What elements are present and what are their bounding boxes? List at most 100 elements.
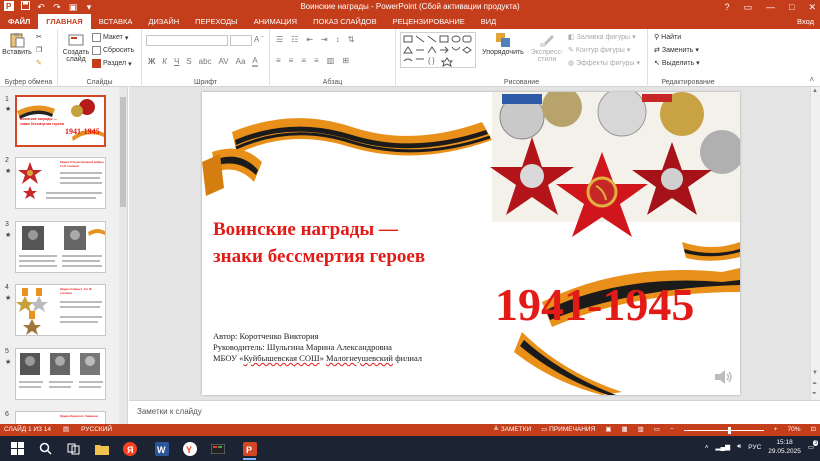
copy-button[interactable]: ❐ <box>36 46 42 54</box>
close-button[interactable]: ✕ <box>808 0 816 14</box>
zoom-level[interactable]: 70% <box>788 424 801 436</box>
replace-button[interactable]: ⇄ Заменить ▾ <box>654 46 699 55</box>
volume-icon[interactable]: 🔊︎ <box>737 443 741 451</box>
bullets-icon[interactable]: ☰ <box>276 35 283 44</box>
help-button[interactable]: ? <box>724 0 729 14</box>
clock[interactable]: 15:18 29.05.2025 <box>768 438 801 456</box>
layout-button[interactable]: Макет ▾ <box>92 33 128 42</box>
chevron-up-icon[interactable]: ˄ <box>705 444 709 451</box>
thumbnail-slide-4[interactable]: Орден Славы I, II и III степени <box>15 284 106 336</box>
notes-pane[interactable]: Заметки к слайду <box>129 400 820 424</box>
arrange-button[interactable]: Упорядочить <box>480 32 526 56</box>
prev-slide-icon[interactable]: ⏶ <box>812 381 817 388</box>
char-spacing-button[interactable]: AV <box>219 57 229 66</box>
notifications-icon[interactable]: ▭ 3 <box>808 440 818 451</box>
line-spacing-icon[interactable]: ↕ <box>336 35 340 44</box>
word-icon[interactable]: W <box>152 439 171 458</box>
reading-view-icon[interactable]: ▥ <box>638 424 644 436</box>
file-explorer-icon[interactable] <box>92 439 111 458</box>
text-direction-icon[interactable]: ⇅ <box>348 35 355 44</box>
ribbon-display-button[interactable]: ▭ <box>744 0 753 14</box>
powerpoint-taskbar-icon[interactable]: P <box>240 439 259 460</box>
section-button[interactable]: Раздел ▾ <box>92 59 132 68</box>
thumbnail-slide-1[interactable]: Воинские награды — знаки бессмертия геро… <box>15 95 106 147</box>
minimize-button[interactable]: — <box>766 0 775 14</box>
tab-slideshow[interactable]: ПОКАЗ СЛАЙДОВ <box>305 14 385 29</box>
tab-review[interactable]: РЕЦЕНЗИРОВАНИЕ <box>385 14 473 29</box>
yandex-icon[interactable]: Я <box>120 439 139 458</box>
font-name-box[interactable] <box>146 35 228 46</box>
numbering-icon[interactable]: ☷ <box>291 35 298 44</box>
cut-button[interactable]: ✂ <box>36 33 42 41</box>
collapse-ribbon-icon[interactable]: ˄ <box>809 75 814 84</box>
shape-outline-button[interactable]: ✎ Контур фигуры ▾ <box>568 46 630 55</box>
proofing-icon[interactable]: ▤ <box>63 424 69 436</box>
shadow-button[interactable]: S <box>186 57 191 66</box>
change-case-button[interactable]: Aa <box>236 57 246 66</box>
increase-indent-icon[interactable]: ⇥ <box>321 35 328 44</box>
current-slide[interactable]: Воинские награды — знаки бессмертия геро… <box>202 92 740 395</box>
tab-transitions[interactable]: ПЕРЕХОДЫ <box>187 14 246 29</box>
strikethrough-button[interactable]: abc <box>199 57 212 66</box>
speaker-icon[interactable] <box>714 369 734 387</box>
align-center-icon[interactable]: ≡ <box>289 56 294 65</box>
scroll-down-icon[interactable]: ▼ <box>812 370 818 376</box>
next-slide-icon[interactable]: ⏷ <box>812 391 817 398</box>
start-button[interactable] <box>8 439 27 458</box>
tab-file[interactable]: ФАЙЛ <box>0 14 39 29</box>
align-left-icon[interactable]: ≡ <box>276 56 281 65</box>
sign-in-link[interactable]: Вход <box>797 14 814 29</box>
slideshow-view-icon[interactable]: ▭ <box>654 424 660 436</box>
scrollbar-thumb[interactable] <box>120 97 126 207</box>
find-button[interactable]: ⚲ Найти <box>654 33 681 42</box>
format-painter-button[interactable]: ✎ <box>36 59 42 67</box>
justify-icon[interactable]: ≡ <box>314 56 319 65</box>
reset-button[interactable]: Сбросить <box>92 46 134 55</box>
comments-toggle[interactable]: ▭ ПРИМЕЧАНИЯ <box>541 424 595 436</box>
zoom-slider[interactable] <box>683 426 764 434</box>
bold-button[interactable]: Ж <box>148 57 155 66</box>
language-indicator[interactable]: РУССКИЙ <box>81 424 112 436</box>
font-color-icon[interactable]: A <box>252 56 258 67</box>
slide-credits[interactable]: Автор: Коротченко Виктория Руководитель:… <box>213 331 422 364</box>
select-button[interactable]: ↖ Выделить ▾ <box>654 59 700 68</box>
align-right-icon[interactable]: ≡ <box>301 56 306 65</box>
notes-toggle[interactable]: ≜ ЗАМЕТКИ <box>493 424 531 436</box>
zoom-out-button[interactable]: − <box>670 424 674 436</box>
thumbnail-slide-2[interactable]: Орден Отечественной войны I и II степени <box>15 157 106 209</box>
scroll-up-icon[interactable]: ▲ <box>812 88 818 94</box>
tab-design[interactable]: ДИЗАЙН <box>140 14 187 29</box>
new-slide-button[interactable]: Создать слайд <box>60 32 92 63</box>
tab-animations[interactable]: АНИМАЦИЯ <box>246 14 305 29</box>
keyboard-language[interactable]: РУС <box>748 444 761 451</box>
slide-title[interactable]: Воинские награды — знаки бессмертия геро… <box>213 216 473 270</box>
font-size-box[interactable] <box>230 35 252 46</box>
font-grow-shrink[interactable]: Aˆ <box>254 35 264 44</box>
fit-slide-icon[interactable]: ⊡ <box>811 424 816 436</box>
task-view-icon[interactable] <box>64 439 83 458</box>
tab-home[interactable]: ГЛАВНАЯ <box>38 14 91 29</box>
maximize-button[interactable]: □ <box>789 0 794 14</box>
app-icon[interactable] <box>208 439 227 458</box>
search-icon[interactable] <box>36 439 55 458</box>
italic-button[interactable]: К <box>162 57 167 66</box>
slide-sorter-icon[interactable]: ▦ <box>621 424 627 436</box>
yandex-browser-icon[interactable]: Y <box>180 439 199 458</box>
columns-icon[interactable]: ▥ <box>327 56 335 65</box>
zoom-in-button[interactable]: + <box>774 424 778 436</box>
paste-button[interactable]: Вставить <box>2 32 32 56</box>
shape-effects-button[interactable]: ◍ Эффекты фигуры ▾ <box>568 59 640 68</box>
quick-styles-button[interactable]: Экспресс-стили <box>528 32 566 63</box>
network-icon[interactable]: ▂▄▆ <box>716 443 731 451</box>
normal-view-icon[interactable]: ▣ <box>605 424 611 436</box>
shape-fill-button[interactable]: ◧ Заливка фигуры ▾ <box>568 33 636 42</box>
thumbnail-slide-5[interactable] <box>15 348 106 400</box>
tab-insert[interactable]: ВСТАВКА <box>91 14 141 29</box>
tab-view[interactable]: ВИД <box>473 14 504 29</box>
decrease-indent-icon[interactable]: ⇤ <box>306 35 313 44</box>
thumbnail-slide-6[interactable]: Орден Красного Знамени <box>15 411 106 424</box>
smartart-icon[interactable]: ⊞ <box>342 56 349 65</box>
thumbnail-slide-3[interactable] <box>15 221 106 273</box>
editor-scrollbar[interactable]: ▲ ▼ ⏶ ⏷ <box>810 87 820 400</box>
thumbnails-scrollbar[interactable] <box>119 87 127 424</box>
